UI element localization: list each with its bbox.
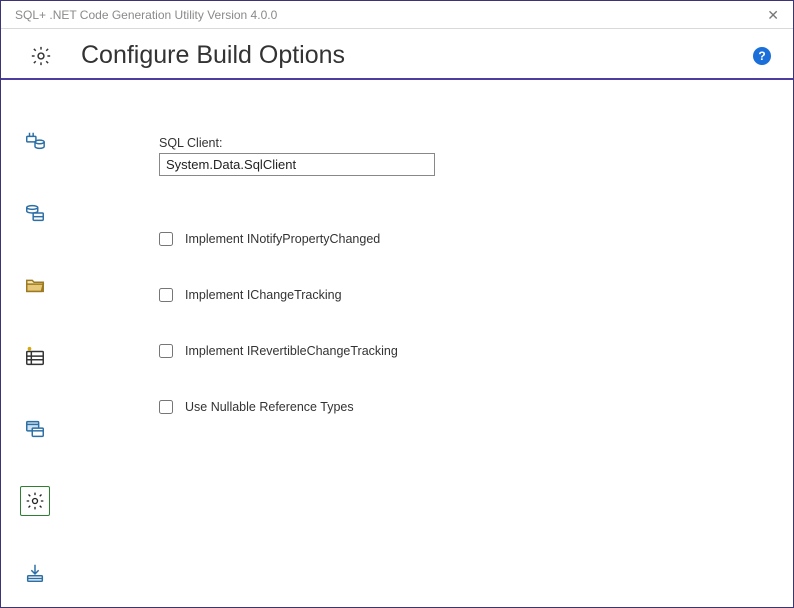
checkbox-changetracking[interactable]: Implement IChangeTracking	[159, 288, 753, 302]
close-icon[interactable]: ✕	[763, 6, 783, 24]
page-title: Configure Build Options	[81, 41, 753, 70]
checkbox-label: Implement IChangeTracking	[185, 288, 342, 302]
checkbox-revertiblechangetracking-input[interactable]	[159, 344, 173, 358]
checkbox-label: Implement IRevertibleChangeTracking	[185, 344, 398, 358]
sidebar-item-connection[interactable]	[20, 126, 50, 156]
sidebar-item-window[interactable]	[20, 414, 50, 444]
help-icon[interactable]: ?	[753, 47, 771, 65]
checkbox-notifypropertychanged[interactable]: Implement INotifyPropertyChanged	[159, 232, 753, 246]
checkbox-revertiblechangetracking[interactable]: Implement IRevertibleChangeTracking	[159, 344, 753, 358]
sidebar-item-folder[interactable]	[20, 270, 50, 300]
page-header: Configure Build Options ?	[1, 29, 793, 80]
sql-client-label: SQL Client:	[159, 136, 753, 150]
sidebar-item-download[interactable]	[20, 558, 50, 588]
sidebar-item-database[interactable]	[20, 198, 50, 228]
checkbox-changetracking-input[interactable]	[159, 288, 173, 302]
titlebar: SQL+ .NET Code Generation Utility Versio…	[1, 1, 793, 29]
sidebar	[1, 80, 69, 600]
sidebar-item-list[interactable]	[20, 342, 50, 372]
checkbox-nullable[interactable]: Use Nullable Reference Types	[159, 400, 753, 414]
checkbox-nullable-input[interactable]	[159, 400, 173, 414]
sidebar-item-settings[interactable]	[20, 486, 50, 516]
body: SQL Client: Implement INotifyPropertyCha…	[1, 80, 793, 600]
checkbox-label: Implement INotifyPropertyChanged	[185, 232, 380, 246]
window-title: SQL+ .NET Code Generation Utility Versio…	[15, 8, 277, 22]
checkbox-label: Use Nullable Reference Types	[185, 400, 354, 414]
gear-icon	[29, 44, 53, 68]
content: SQL Client: Implement INotifyPropertyCha…	[69, 80, 793, 600]
checkbox-notifypropertychanged-input[interactable]	[159, 232, 173, 246]
sql-client-input[interactable]	[159, 153, 435, 176]
